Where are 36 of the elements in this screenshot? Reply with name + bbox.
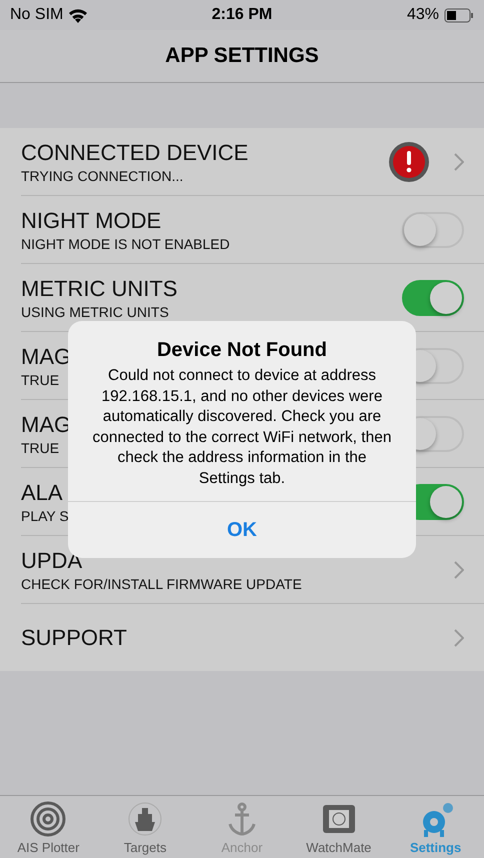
row-title: NIGHT MODE	[21, 208, 162, 234]
battery-icon	[444, 8, 474, 22]
row-subtitle: TRYING CONNECTION...	[21, 168, 184, 184]
row-subtitle: PLAY S	[21, 508, 69, 524]
clock: 2:16 PM	[212, 6, 272, 24]
row-subtitle: NIGHT MODE IS NOT ENABLED	[21, 236, 230, 252]
wifi-icon	[68, 8, 88, 22]
row-subtitle: TRUE	[21, 440, 60, 456]
row-title: CONNECTED DEVICE	[21, 140, 248, 166]
chevron-icon	[454, 560, 464, 578]
chevron-icon	[454, 628, 464, 646]
alert-message: Could not connect to device at address 192.168.15.1, and no other devices were automatically discovered. Check you are connected to the correct WiFi network, then check the address information in the Settings tab.	[92, 366, 392, 488]
tab-item[interactable]: Targets	[96, 796, 194, 858]
toggle-switch[interactable]	[402, 280, 464, 316]
error-icon	[388, 140, 430, 182]
settings-row[interactable]: NIGHT MODE NIGHT MODE IS NOT ENABLED	[21, 196, 484, 264]
tab-item[interactable]: WatchMate	[290, 796, 388, 858]
row-subtitle: CHECK FOR/INSTALL FIRMWARE UPDATE	[21, 576, 302, 592]
settings-row[interactable]: SUPPORT	[21, 604, 484, 671]
row-title: MAG	[21, 344, 72, 370]
row-title: SUPPORT	[21, 624, 127, 650]
tab-item[interactable]: AIS Plotter	[0, 796, 97, 858]
tab-item[interactable]: Settings	[387, 796, 484, 858]
row-subtitle: USING METRIC UNITS	[21, 304, 169, 320]
alert-title: Device Not Found	[156, 339, 327, 362]
battery-percent: 43%	[406, 6, 439, 24]
row-title: METRIC UNITS	[21, 276, 178, 302]
chevron-icon	[454, 152, 464, 170]
toggle-switch[interactable]	[402, 212, 464, 248]
row-title: MAG	[21, 412, 72, 438]
radar-icon	[28, 800, 68, 838]
settings-row[interactable]: CONNECTED DEVICE TRYING CONNECTION...	[21, 128, 484, 196]
row-title: ALA	[21, 480, 63, 506]
carrier-label: No SIM	[10, 6, 64, 24]
screen-title: APP SETTINGS	[165, 44, 319, 68]
row-subtitle: TRUE	[21, 372, 60, 388]
